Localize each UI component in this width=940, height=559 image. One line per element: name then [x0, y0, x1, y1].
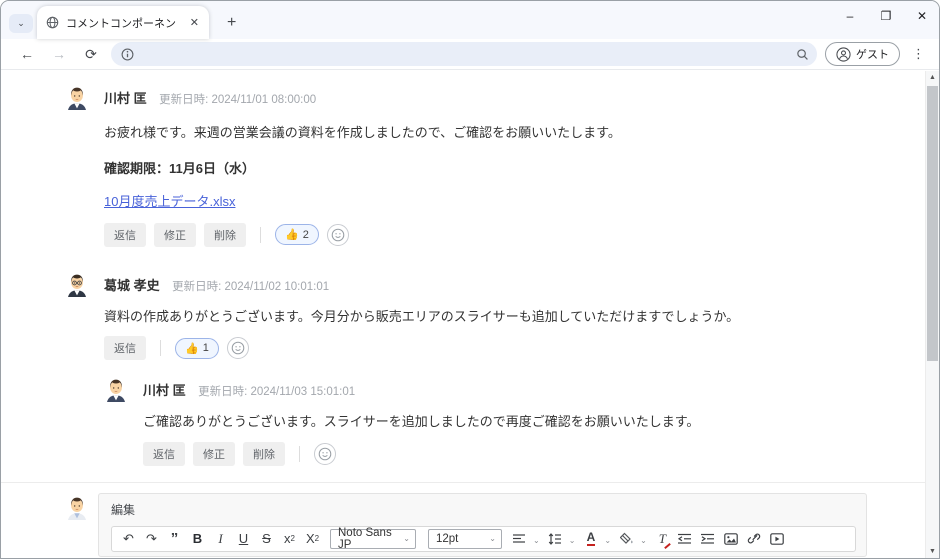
clear-format-icon[interactable]: T	[652, 528, 673, 550]
thumbsup-reaction[interactable]: 👍 2	[275, 224, 319, 245]
align-icon[interactable]	[509, 528, 530, 550]
reply-button[interactable]: 返信	[104, 336, 146, 360]
underline-icon[interactable]: U	[233, 528, 254, 550]
browser-window: ⌄ コメントコンポーネントサンプル ✕ + – ❐ ✕ ← → ⟳	[0, 0, 940, 559]
page-content: 川村 匡 更新日時: 2024/11/01 08:00:00 お疲れ様です。来週…	[1, 70, 939, 557]
divider	[160, 340, 161, 356]
globe-icon	[46, 16, 59, 29]
reaction-count: 2	[303, 229, 309, 241]
tab-title: コメントコンポーネントサンプル	[66, 15, 179, 31]
comment-1: 川村 匡 更新日時: 2024/11/01 08:00:00 お疲れ様です。来週…	[65, 86, 875, 247]
search-icon[interactable]	[796, 48, 809, 61]
blockquote-icon[interactable]: ”	[164, 528, 185, 550]
chevron-down-icon: ⌄	[640, 536, 647, 545]
scroll-up-icon[interactable]: ▲	[926, 74, 939, 81]
link-icon[interactable]	[744, 528, 765, 550]
page-scrollbar[interactable]: ▲ ▼	[925, 71, 939, 558]
indent-icon[interactable]	[698, 528, 719, 550]
page-info-icon[interactable]	[121, 48, 134, 61]
comment-author: 川村 匡	[143, 383, 186, 398]
close-button[interactable]: ✕	[915, 9, 929, 23]
comment-author: 葛城 孝史	[104, 278, 160, 293]
superscript-icon[interactable]: x2	[279, 528, 300, 550]
line-height-icon[interactable]	[545, 528, 566, 550]
outdent-icon[interactable]	[675, 528, 696, 550]
font-family-select[interactable]: Noto Sans JP⌄	[330, 529, 416, 549]
comment-timestamp: 更新日時: 2024/11/02 10:01:01	[172, 281, 329, 293]
video-icon[interactable]	[767, 528, 788, 550]
minimize-button[interactable]: –	[843, 9, 857, 23]
font-color-icon[interactable]: A	[580, 528, 601, 550]
tab-search-button[interactable]: ⌄	[9, 14, 33, 33]
back-icon[interactable]: ←	[15, 46, 39, 62]
attachment-link[interactable]: 10月度売上データ.xlsx	[104, 194, 235, 209]
chevron-down-icon: ⌄	[403, 534, 410, 543]
comment-timestamp: 更新日時: 2024/11/03 15:01:01	[198, 386, 355, 398]
tab-strip: ⌄ コメントコンポーネントサンプル ✕ + – ❐ ✕	[1, 1, 939, 39]
avatar	[65, 86, 89, 110]
browser-toolbar: ← → ⟳ ゲスト ⋮	[1, 39, 939, 70]
subscript-icon[interactable]: X2	[302, 528, 323, 550]
active-tab[interactable]: コメントコンポーネントサンプル ✕	[37, 6, 209, 39]
reaction-count: 1	[203, 342, 209, 354]
comment-body: ご確認ありがとうございます。スライサーを追加しましたので再度ご確認をお願いいたし…	[143, 412, 875, 432]
avatar	[104, 378, 128, 402]
scrollbar-thumb[interactable]	[927, 86, 938, 361]
comment-2-reply: 川村 匡 更新日時: 2024/11/03 15:01:01 ご確認ありがとうご…	[104, 378, 875, 466]
add-reaction-button[interactable]	[327, 224, 349, 246]
thumbsup-reaction[interactable]: 👍 1	[175, 338, 219, 359]
bold-icon[interactable]: B	[187, 528, 208, 550]
divider	[260, 227, 261, 243]
comment-input[interactable]: お疲れ様です。本日確認期限となっていましたので、 まだご確認されていない方は本日…	[98, 557, 867, 558]
comment-timestamp: 更新日時: 2024/11/01 08:00:00	[159, 94, 316, 106]
restore-button[interactable]: ❐	[879, 9, 893, 23]
comment-deadline: 確認期限：11月6日（水）	[104, 158, 875, 177]
delete-button[interactable]: 削除	[204, 223, 246, 247]
chevron-down-icon: ⌄	[489, 534, 496, 543]
edit-button[interactable]: 修正	[193, 442, 235, 466]
reply-button[interactable]: 返信	[143, 442, 185, 466]
editor-frame: 編集 ↶ ↷ ” B I U S x2 X2 Noto Sa	[98, 493, 867, 557]
avatar	[65, 496, 89, 520]
editor-toolbar: ↶ ↷ ” B I U S x2 X2 Noto Sans JP⌄	[111, 526, 856, 552]
image-icon[interactable]	[721, 528, 742, 550]
chevron-down-icon: ⌄	[569, 536, 576, 545]
profile-button[interactable]: ゲスト	[825, 42, 900, 66]
highlight-color-icon[interactable]	[616, 528, 637, 550]
tab-close-icon[interactable]: ✕	[186, 15, 203, 30]
section-divider	[1, 482, 939, 483]
add-reaction-button[interactable]	[227, 337, 249, 359]
add-reaction-button[interactable]	[314, 443, 336, 465]
redo-icon[interactable]: ↷	[141, 528, 162, 550]
thumbsup-icon: 👍	[185, 342, 199, 355]
comment-body: お疲れ様です。来週の営業会議の資料を作成しましたので、ご確認をお願いいたします。	[104, 123, 875, 143]
thumbsup-icon: 👍	[285, 228, 299, 241]
reload-icon[interactable]: ⟳	[79, 46, 103, 63]
comment-2: 葛城 孝史 更新日時: 2024/11/02 10:01:01 資料の作成ありが…	[65, 273, 875, 466]
strikethrough-icon[interactable]: S	[256, 528, 277, 550]
comment-author: 川村 匡	[104, 91, 147, 106]
address-bar[interactable]	[111, 42, 817, 66]
avatar	[65, 273, 89, 297]
person-icon	[836, 47, 851, 62]
divider	[299, 446, 300, 462]
new-tab-button[interactable]: +	[221, 14, 242, 32]
comment-body: 資料の作成ありがとうございます。今月分から販売エリアのスライサーも追加していただ…	[104, 307, 875, 327]
font-size-select[interactable]: 12pt⌄	[428, 529, 502, 549]
reply-button[interactable]: 返信	[104, 223, 146, 247]
delete-button[interactable]: 削除	[243, 442, 285, 466]
forward-icon: →	[47, 46, 71, 62]
menu-kebab-icon[interactable]: ⋮	[908, 46, 929, 62]
chevron-down-icon: ⌄	[533, 536, 540, 545]
scroll-down-icon[interactable]: ▼	[926, 548, 939, 555]
comment-editor: 編集 ↶ ↷ ” B I U S x2 X2 Noto Sa	[65, 493, 875, 558]
undo-icon[interactable]: ↶	[118, 528, 139, 550]
chevron-down-icon: ⌄	[604, 536, 611, 545]
edit-button[interactable]: 修正	[154, 223, 196, 247]
editor-title: 編集	[111, 501, 856, 518]
profile-label: ゲスト	[856, 46, 889, 62]
italic-icon[interactable]: I	[210, 528, 231, 550]
